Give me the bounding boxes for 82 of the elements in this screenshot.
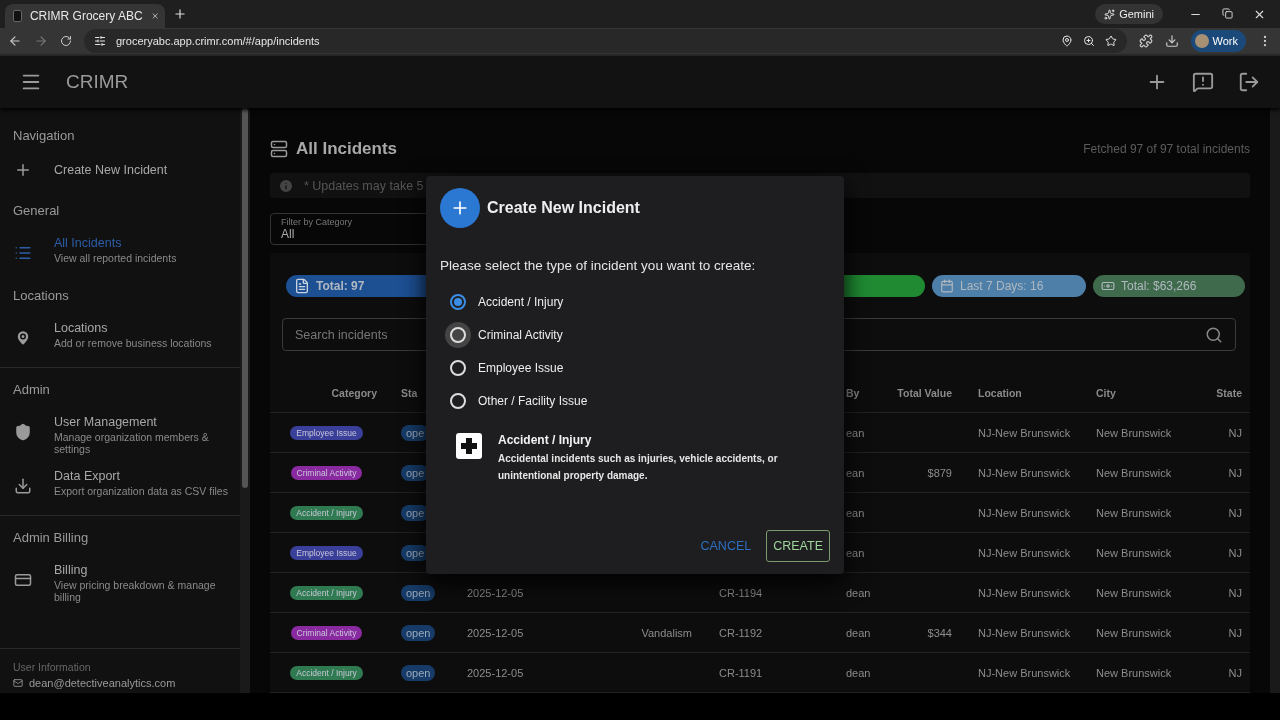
table-cell: NJ	[1228, 626, 1242, 639]
item-description: Add or remove business locations	[54, 337, 212, 349]
table-cell: CR-1194	[719, 586, 763, 599]
table-cell: dean	[846, 586, 871, 599]
item-label: All Incidents	[54, 236, 123, 250]
item-label: Data Export	[54, 469, 121, 483]
table-cell: ean	[846, 426, 865, 439]
section-heading: General	[12, 202, 61, 220]
table-cell: dean	[846, 626, 871, 639]
item-description: View all reported incidents	[54, 252, 177, 264]
category-tag: Employee Issue	[290, 425, 363, 440]
category-tag: Employee Issue	[290, 545, 363, 560]
table-cell: NJ	[1228, 666, 1242, 679]
table-cell: Vandalism	[641, 626, 692, 639]
category-tag: Accident / Injury	[290, 665, 363, 680]
status-tag: open	[401, 624, 436, 641]
section-heading: Admin	[12, 381, 51, 399]
stat-label: Total: $63,266	[1121, 279, 1197, 293]
section-heading: Locations	[12, 287, 70, 305]
table-cell: $879	[927, 466, 952, 479]
table-cell: NJ-New Brunswick	[978, 666, 1071, 679]
table-cell: ean	[846, 506, 865, 519]
table-cell: NJ-New Brunswick	[978, 506, 1071, 519]
table-cell: New Brunswick	[1096, 546, 1172, 559]
status-tag: open	[401, 664, 436, 681]
item-description: Manage organization members & settings	[54, 431, 210, 455]
table-cell: New Brunswick	[1096, 626, 1172, 639]
user-info-heading: User Information	[13, 661, 92, 673]
stat-label: Total: 97	[316, 279, 365, 293]
item-description: View pricing breakdown & manage billing	[54, 579, 217, 603]
table-cell: New Brunswick	[1096, 666, 1172, 679]
category-tag: Accident / Injury	[290, 505, 363, 520]
fetched-count: Fetched 97 of 97 total incidents	[1083, 141, 1250, 156]
preview-title: Accident / Injury	[498, 433, 593, 447]
item-label: Locations	[54, 321, 109, 335]
column-header: City	[1096, 386, 1116, 399]
category-tag: Accident / Injury	[290, 585, 363, 600]
table-cell: NJ	[1228, 586, 1242, 599]
notice-text: * Updates may take 5	[304, 178, 424, 193]
item-label: Create New Incident	[54, 163, 168, 177]
column-header: Location	[978, 386, 1022, 399]
dialog-prompt: Please select the type of incident you want to create:	[440, 258, 757, 273]
table-cell: dean	[846, 666, 871, 679]
table-cell: ean	[846, 466, 865, 479]
table-cell: New Brunswick	[1096, 586, 1172, 599]
category-tag: Criminal Activity	[290, 625, 363, 640]
table-cell: ean	[846, 546, 865, 559]
preview-description: Accidental incidents such as injuries, vehicle accidents, or unintentional property damage.	[498, 452, 779, 483]
section-heading: Navigation	[12, 127, 76, 145]
item-label: User Management	[54, 415, 158, 429]
item-description: Export organization data as CSV files	[54, 485, 228, 497]
table-cell: NJ-New Brunswick	[978, 466, 1071, 479]
app-title: CRIMR	[66, 71, 130, 93]
column-header: Total Value	[897, 386, 952, 399]
status-tag: open	[401, 584, 436, 601]
table-cell: New Brunswick	[1096, 466, 1172, 479]
table-cell: NJ	[1228, 426, 1242, 439]
column-header: State	[1216, 386, 1242, 399]
section-heading: Admin Billing	[12, 529, 90, 547]
table-cell: NJ-New Brunswick	[978, 546, 1071, 559]
column-header: By	[846, 386, 860, 399]
column-header: Sta	[401, 386, 418, 399]
table-cell: NJ-New Brunswick	[978, 426, 1071, 439]
table-cell: CR-1191	[719, 666, 763, 679]
table-cell: NJ-New Brunswick	[978, 626, 1071, 639]
table-cell: 2025-12-05	[467, 626, 524, 639]
table-cell: 2025-12-05	[467, 666, 524, 679]
table-cell: CR-1192	[719, 626, 763, 639]
column-header: Category	[331, 386, 377, 399]
stat-label: Last 7 Days: 16	[960, 279, 1044, 293]
user-email: dean@detectiveanalytics.com	[13, 677, 227, 689]
table-cell: NJ	[1228, 546, 1242, 559]
table-cell: NJ	[1228, 466, 1242, 479]
table-cell: New Brunswick	[1096, 506, 1172, 519]
table-cell: $344	[927, 626, 952, 639]
item-label: Billing	[54, 563, 89, 577]
page-title: All Incidents	[296, 138, 399, 159]
table-cell: NJ	[1228, 506, 1242, 519]
category-tag: Criminal Activity	[290, 465, 363, 480]
table-cell: New Brunswick	[1096, 426, 1172, 439]
table-cell: 2025-12-05	[467, 586, 524, 599]
table-cell: NJ-New Brunswick	[978, 586, 1071, 599]
